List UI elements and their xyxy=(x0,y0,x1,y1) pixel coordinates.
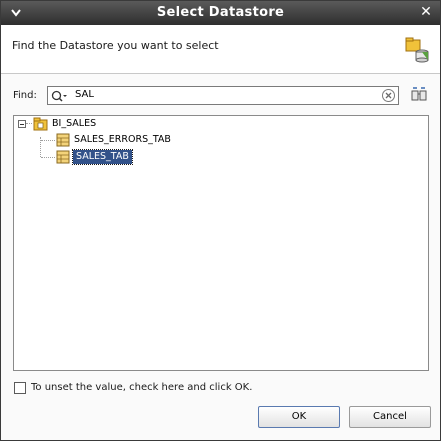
window-title: Select Datastore xyxy=(156,5,285,20)
datastore-search-icon xyxy=(404,36,430,64)
tree-node-root[interactable]: BI_SALES xyxy=(14,117,214,131)
ok-button[interactable]: OK xyxy=(258,406,340,428)
unset-checkbox[interactable] xyxy=(14,382,26,394)
tree-node-sales-tab[interactable]: SALES_TAB xyxy=(14,149,254,165)
header-description: Find the Datastore you want to select xyxy=(12,39,219,52)
datastore-tree[interactable]: BI_SALES SALES_ERRORS_TAB SALES_TAB xyxy=(13,115,429,371)
close-icon[interactable]: ✕ xyxy=(418,4,434,20)
model-folder-icon xyxy=(33,117,48,131)
datastore-icon xyxy=(56,150,70,164)
tree-node-label-selected: SALES_TAB xyxy=(72,149,133,165)
select-datastore-dialog: Select Datastore ✕ Find the Datastore yo… xyxy=(0,0,441,441)
find-options-icon[interactable] xyxy=(409,86,429,106)
tree-node-sales-errors-tab[interactable]: SALES_ERRORS_TAB xyxy=(14,133,254,147)
tree-node-label: BI_SALES xyxy=(52,118,97,129)
collapse-icon[interactable] xyxy=(18,120,26,128)
find-label: Find: xyxy=(13,90,37,101)
unset-label: To unset the value, check here and click… xyxy=(31,382,253,393)
tree-node-label: SALES_ERRORS_TAB xyxy=(74,134,171,145)
tree-line-icon xyxy=(26,123,32,124)
search-icon[interactable] xyxy=(51,89,67,103)
datastore-icon xyxy=(56,133,70,147)
find-value: SAL xyxy=(75,89,94,100)
find-input[interactable]: SAL xyxy=(47,86,399,105)
cancel-button[interactable]: Cancel xyxy=(349,406,431,428)
find-row: Find: SAL xyxy=(1,85,440,107)
dialog-header: Find the Datastore you want to select xyxy=(1,25,440,74)
dialog-footer: To unset the value, check here and click… xyxy=(1,377,440,440)
clear-icon[interactable] xyxy=(381,88,396,103)
title-bar: Select Datastore ✕ xyxy=(1,1,440,25)
